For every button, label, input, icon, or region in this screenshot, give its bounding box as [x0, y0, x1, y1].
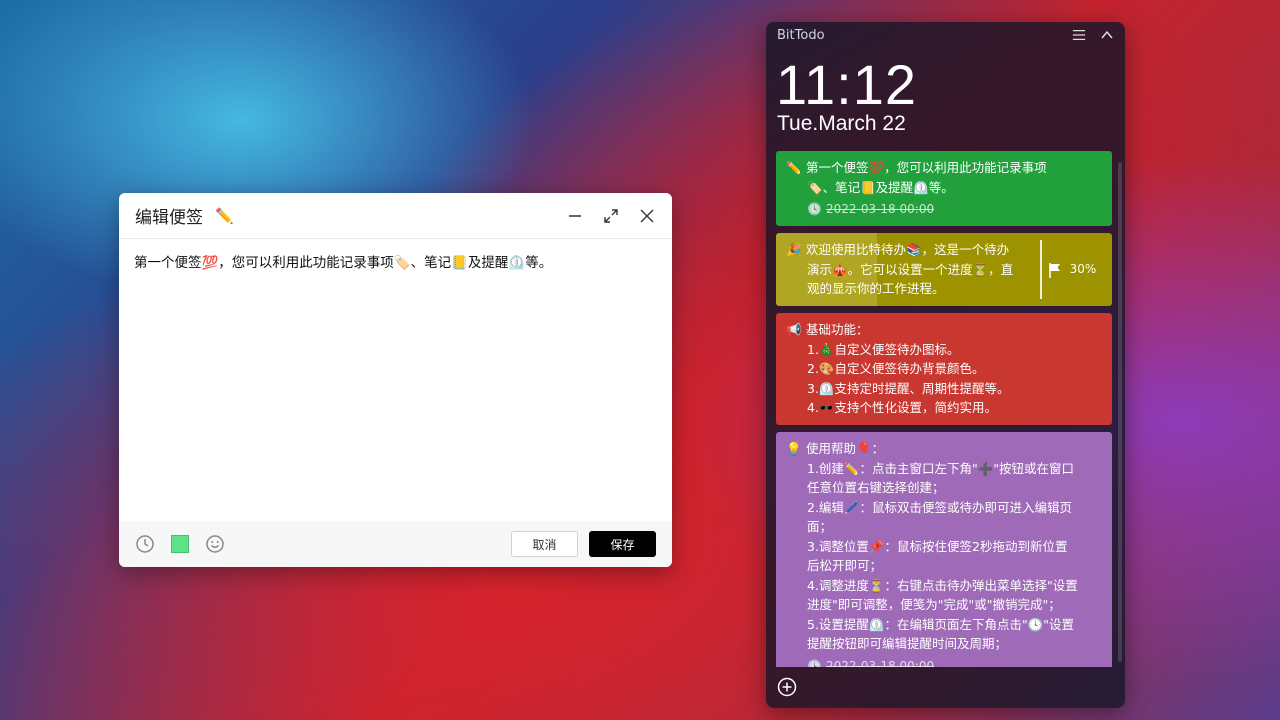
- plus-circle-icon: [777, 677, 797, 697]
- close-button[interactable]: [638, 207, 656, 225]
- panel-header: BitTodo: [766, 22, 1125, 48]
- editor-title: 编辑便签: [135, 208, 203, 228]
- note-text: 3.⏲️支持定时提醒、周期性提醒等。: [807, 380, 1010, 396]
- note-text: 3.调整位置📌：鼠标按住便签2秒拖动到新位置: [807, 538, 1068, 554]
- note-megaphone-icon: 📢: [786, 322, 802, 337]
- note-text: 1.🎄自定义便签待办图标。: [807, 341, 960, 357]
- note-text: 2.编辑🖊️：鼠标双击便签或待办即可进入编辑页: [807, 499, 1072, 515]
- note-text: 面；: [807, 519, 833, 534]
- note-lightbulb-icon: 💡: [786, 441, 802, 456]
- scrollbar[interactable]: [1118, 162, 1122, 662]
- note-text: 后松开即可；: [807, 558, 883, 573]
- note-text: 观的显示你的工作进程。: [807, 281, 945, 296]
- clock-date: Tue.March 22: [777, 112, 906, 135]
- note-party-icon: 🎉: [786, 242, 802, 257]
- note-content-editor[interactable]: 第一个便签💯，您可以利用此功能记录事项🏷️、笔记📒及提醒⏲️等。: [119, 239, 672, 521]
- progress-value: 30%: [1069, 261, 1097, 276]
- note-text: 4.调整进度⏳：右键点击待办弹出菜单选择"设置: [807, 577, 1078, 593]
- add-note-button[interactable]: [777, 677, 797, 697]
- cancel-button[interactable]: 取消: [511, 531, 578, 557]
- todo-card[interactable]: 🎉 欢迎使用比特待办📚，这是一个待办 演示🎪。它可以设置一个进度⏳，直 观的显示你…: [776, 233, 1112, 306]
- maximize-button[interactable]: [602, 207, 620, 225]
- note-due-date: 🕓 2022-03-18 00:00: [786, 657, 1102, 668]
- app-name: BitTodo: [777, 27, 825, 43]
- save-button[interactable]: 保存: [589, 531, 656, 557]
- note-text: 欢迎使用比特待办📚，这是一个待办: [806, 242, 1010, 257]
- editor-footer: 取消 保存: [119, 521, 672, 567]
- note-text: 4.🕶️支持个性化设置，简约实用。: [807, 400, 997, 415]
- clock-time: 11:12: [776, 53, 917, 116]
- clock-icon: 🕓: [807, 202, 822, 216]
- color-swatch: [171, 535, 189, 553]
- editor-header: 编辑便签 ✏️: [119, 193, 672, 239]
- note-text: 基础功能：: [806, 322, 869, 337]
- clock-icon: 🕓: [807, 658, 822, 668]
- note-text: 5.设置提醒⏲️：在编辑页面左下角点击"🕓"设置: [807, 616, 1075, 632]
- note-text: 任意位置右键选择创建；: [807, 480, 945, 495]
- smile-icon[interactable]: [205, 534, 225, 554]
- edit-note-window: 编辑便签 ✏️ 第一个便签💯，您可以利用此功能记录事项🏷️、笔记📒及提醒⏲️等。…: [119, 193, 672, 567]
- notes-list: ✏️ 第一个便签💯，您可以利用此功能记录事项 🏷️、笔记📒及提醒⏲️等。 🕓 202…: [776, 151, 1112, 667]
- bittodo-panel: BitTodo 11:12 Tue.March 22 ✏️ 第一个便签💯，您可以利…: [766, 22, 1125, 708]
- note-text: 提醒按钮即可编辑提醒时间及周期；: [807, 636, 1008, 651]
- note-text: 2.🎨自定义便签待办背景颜色。: [807, 361, 985, 376]
- note-text: 1.创建✏️：点击主窗口左下角"➕"按钮或在窗口: [807, 460, 1075, 476]
- note-card[interactable]: 📢 基础功能： 1.🎄自定义便签待办图标。 2.🎨自定义便签待办背景颜色。 3.⏲…: [776, 313, 1112, 425]
- note-text: 第一个便签💯，您可以利用此功能记录事项: [806, 160, 1047, 175]
- pen-icon: ✏️: [215, 206, 234, 225]
- note-text: 演示🎪。它可以设置一个进度⏳，直: [807, 261, 1014, 277]
- note-due-date: 🕓 2022-03-18 00:00: [786, 200, 1102, 220]
- clock-icon[interactable]: [135, 534, 155, 554]
- note-card[interactable]: ✏️ 第一个便签💯，您可以利用此功能记录事项 🏷️、笔记📒及提醒⏲️等。 🕓 202…: [776, 151, 1112, 226]
- note-text: 使用帮助🎈：: [806, 441, 885, 456]
- note-pen-icon: ✏️: [786, 160, 802, 175]
- color-picker-button[interactable]: [170, 534, 190, 554]
- minimize-button[interactable]: [566, 207, 584, 225]
- note-text: 进度"即可调整，便笺为"完成"或"撤销完成"；: [807, 597, 1061, 612]
- flag-icon: [1048, 262, 1060, 278]
- collapse-icon[interactable]: [1100, 28, 1114, 42]
- menu-icon[interactable]: [1072, 28, 1086, 42]
- note-text: 🏷️、笔记📒及提醒⏲️等。: [807, 179, 954, 195]
- note-card[interactable]: 💡 使用帮助🎈： 1.创建✏️：点击主窗口左下角"➕"按钮或在窗口 任意位置右键选…: [776, 432, 1112, 667]
- todo-progress[interactable]: 30%: [1040, 240, 1102, 299]
